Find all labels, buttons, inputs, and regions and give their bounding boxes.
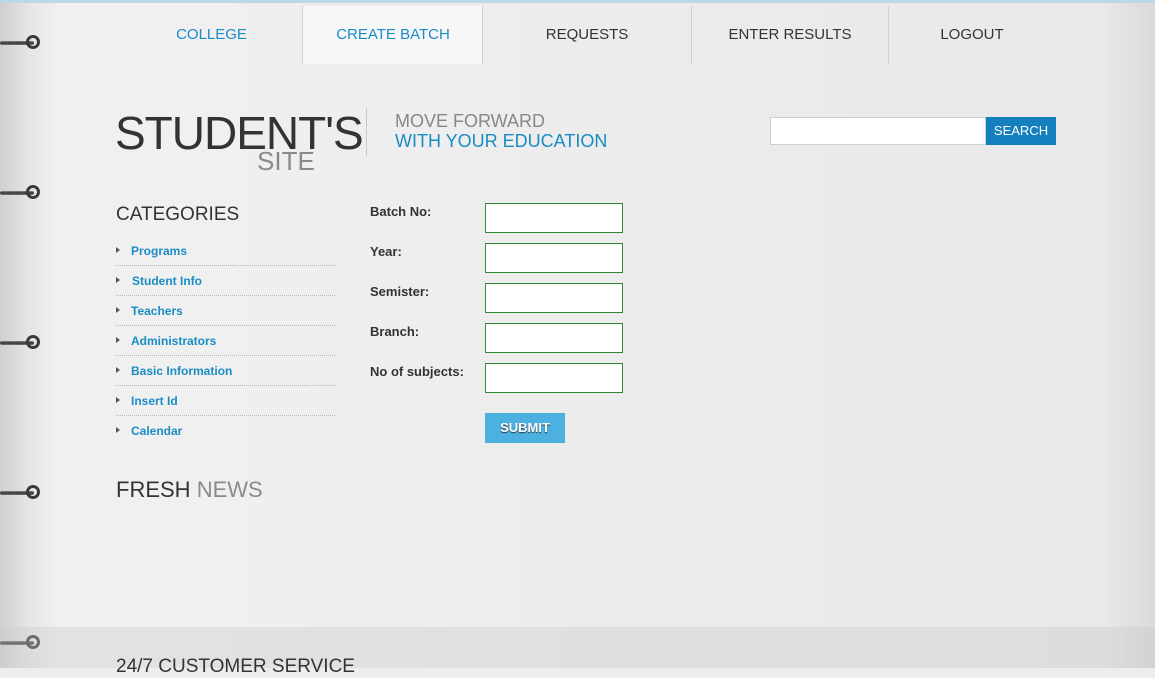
nav-enter-results[interactable]: ENTER RESULTS xyxy=(691,6,888,64)
categories-heading: CATEGORIES xyxy=(116,204,240,225)
search-button[interactable]: SEARCH xyxy=(986,117,1056,145)
nav-logout[interactable]: LOGOUT xyxy=(888,6,1055,64)
logo-divider xyxy=(366,108,367,156)
category-item-administrators[interactable]: Administrators xyxy=(116,326,335,356)
category-item-insert-id[interactable]: Insert Id xyxy=(116,386,335,416)
site-logo-subtitle: SITE xyxy=(257,146,315,176)
spiral-ring-icon xyxy=(0,184,44,202)
arrow-right-icon xyxy=(116,397,120,403)
footer-customer-service: 24/7 CUSTOMER SERVICE xyxy=(116,656,355,677)
year-label: Year: xyxy=(370,244,402,259)
category-item-student-info[interactable]: Student Info xyxy=(116,266,335,296)
nav-requests[interactable]: REQUESTS xyxy=(482,6,691,64)
tagline-line1: MOVE FORWARD xyxy=(395,111,546,131)
branch-label: Branch: xyxy=(370,324,420,339)
fresh-news-heading: FRESH NEWS xyxy=(116,477,263,503)
fresh-news-heading-part2: NEWS xyxy=(196,477,263,502)
batch-no-field[interactable] xyxy=(485,203,623,233)
year-field[interactable] xyxy=(485,243,623,273)
fresh-news-heading-part1: FRESH xyxy=(116,477,191,502)
categories-list: Programs Student Info Teachers Administr… xyxy=(116,236,335,446)
site-logo-title[interactable]: STUDENT'S xyxy=(115,106,364,160)
submit-button[interactable]: SUBMIT xyxy=(485,413,565,443)
category-link[interactable]: Teachers xyxy=(131,304,183,318)
spiral-ring-icon xyxy=(0,484,44,502)
category-link[interactable]: Calendar xyxy=(131,424,182,438)
spiral-ring-icon xyxy=(0,34,44,52)
top-border xyxy=(0,0,1155,3)
category-link[interactable]: Administrators xyxy=(131,334,216,348)
subjects-count-field[interactable] xyxy=(485,363,623,393)
category-link[interactable]: Student Info xyxy=(132,274,202,288)
tagline-line2: WITH YOUR EDUCATION xyxy=(395,131,608,151)
nav-college[interactable]: COLLEGE xyxy=(120,6,303,64)
arrow-right-icon xyxy=(116,307,120,313)
subjects-count-label: No of subjects: xyxy=(370,364,464,379)
category-item-teachers[interactable]: Teachers xyxy=(116,296,335,326)
arrow-right-icon xyxy=(116,277,120,283)
category-link[interactable]: Insert Id xyxy=(131,394,178,408)
category-item-basic-information[interactable]: Basic Information xyxy=(116,356,335,386)
category-link[interactable]: Basic Information xyxy=(131,364,232,378)
category-item-programs[interactable]: Programs xyxy=(116,236,335,266)
semester-field[interactable] xyxy=(485,283,623,313)
arrow-right-icon xyxy=(116,367,120,373)
category-link[interactable]: Programs xyxy=(131,244,187,258)
semester-label: Semister: xyxy=(370,284,430,299)
batch-no-label: Batch No: xyxy=(370,204,432,219)
search-input[interactable] xyxy=(770,117,986,145)
arrow-right-icon xyxy=(116,337,120,343)
spiral-ring-icon xyxy=(0,334,44,352)
nav-create-batch[interactable]: CREATE BATCH xyxy=(302,6,483,64)
category-item-calendar[interactable]: Calendar xyxy=(116,416,335,446)
arrow-right-icon xyxy=(116,247,120,253)
arrow-right-icon xyxy=(116,427,120,433)
branch-field[interactable] xyxy=(485,323,623,353)
